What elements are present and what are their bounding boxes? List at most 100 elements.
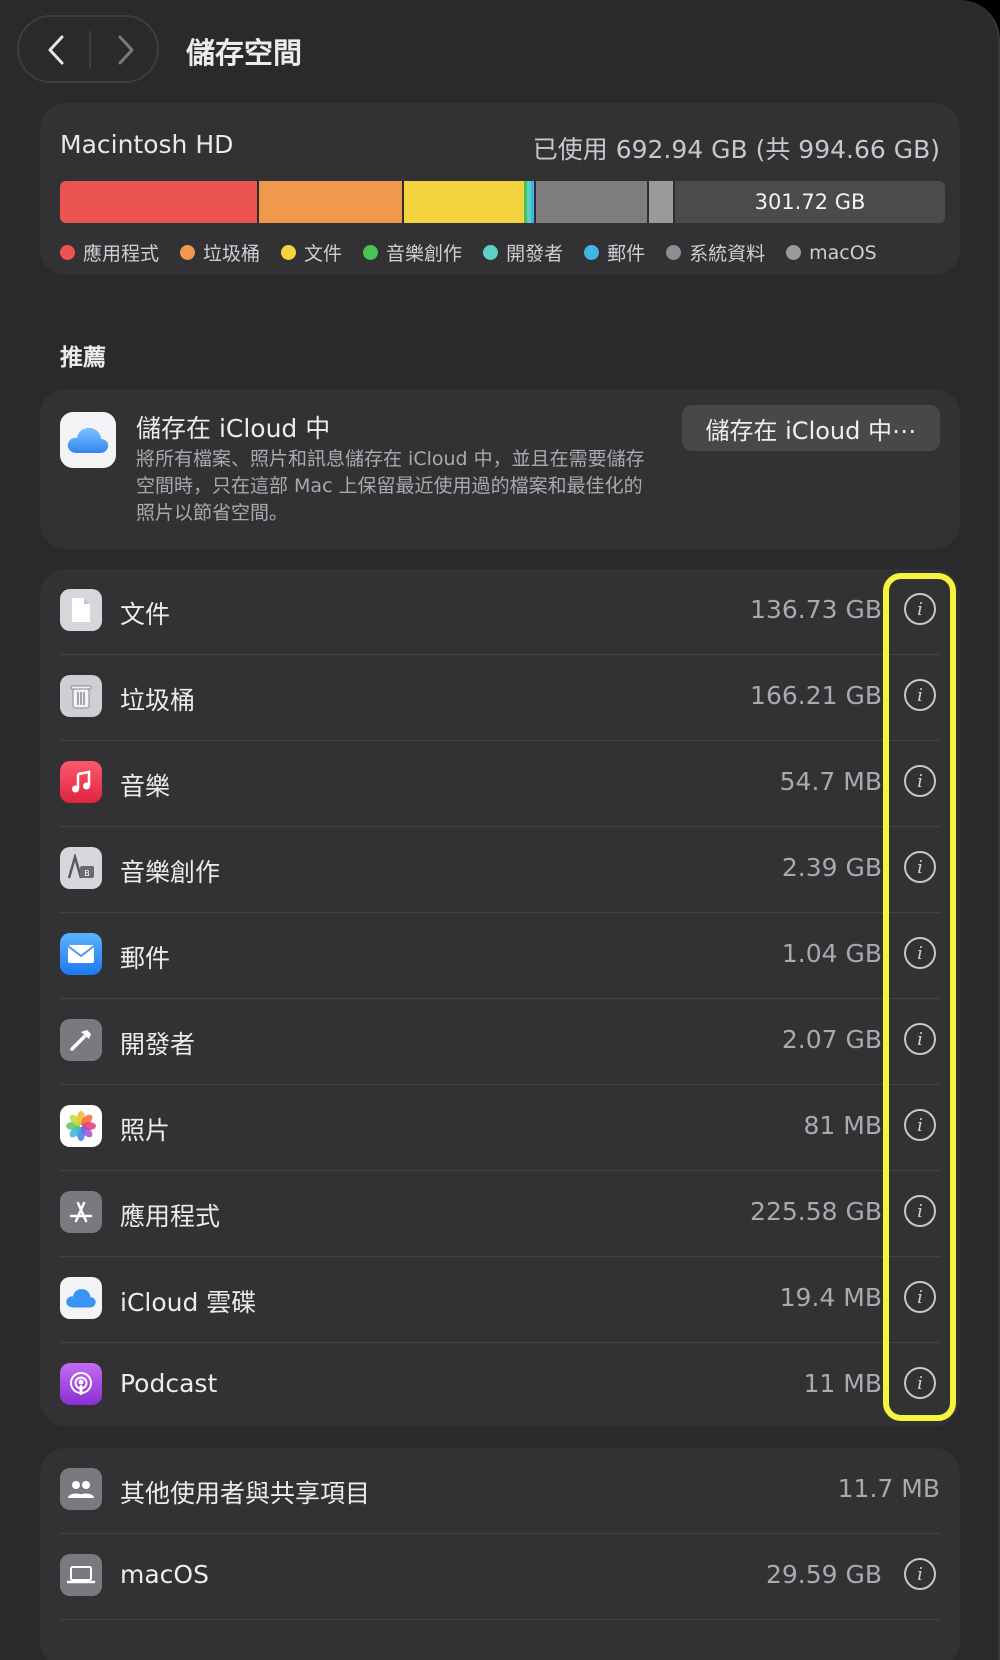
bar-segment-apps[interactable] xyxy=(60,181,257,223)
category-label: 郵件 xyxy=(120,944,171,973)
legend-label: 文件 xyxy=(304,243,343,265)
list-item-music[interactable]: 音樂 54.7 MB i xyxy=(60,741,940,827)
available-space-label: 301.72 GB xyxy=(754,190,866,214)
nav-separator xyxy=(89,31,91,69)
legend-dot xyxy=(584,245,600,260)
icloud-recommendation-card: 儲存在 iCloud 中 將所有檔案、照片和訊息儲存在 iCloud 中，並且在… xyxy=(40,389,960,549)
svg-text:B: B xyxy=(84,869,90,878)
legend-dot xyxy=(483,245,499,260)
category-size: 29.59 GB xyxy=(765,1560,882,1589)
chevron-left-icon xyxy=(48,35,64,65)
legend-dot xyxy=(666,245,682,260)
legend-item: 垃圾桶 xyxy=(180,239,260,266)
row-divider xyxy=(60,1619,940,1620)
legend-item: 應用程式 xyxy=(60,239,159,266)
category-size: 225.58 GB xyxy=(750,1197,882,1226)
legend-item: 音樂創作 xyxy=(363,239,462,266)
legend-item: 郵件 xyxy=(584,239,645,266)
highlight-annotation xyxy=(883,573,956,1421)
list-item-music-creation[interactable]: B 音樂創作 2.39 GB i xyxy=(60,827,940,913)
category-label: Podcast xyxy=(120,1369,218,1398)
list-item-documents[interactable]: 文件 136.73 GB i xyxy=(60,569,940,655)
list-item-developer[interactable]: 開發者 2.07 GB i xyxy=(60,999,940,1085)
legend-label: 系統資料 xyxy=(689,243,766,265)
category-size: 166.21 GB xyxy=(750,681,882,710)
recommendation-title: 儲存在 iCloud 中 xyxy=(136,414,331,443)
category-size: 2.07 GB xyxy=(781,1025,882,1054)
legend-dot xyxy=(363,245,379,260)
bar-segment-system-data[interactable] xyxy=(536,181,647,223)
storage-window: 儲存空間 Macintosh HD 已使用 692.94 GB (共 994.6… xyxy=(0,0,1000,1660)
recommendations-heading: 推薦 xyxy=(60,345,106,371)
legend-item: 文件 xyxy=(281,239,342,266)
chevron-right-icon xyxy=(118,35,134,65)
legend-dot xyxy=(786,245,802,260)
legend-item: 系統資料 xyxy=(666,239,765,266)
legend-label: 音樂創作 xyxy=(386,243,463,265)
legend-dot xyxy=(180,245,196,260)
laptop-icon xyxy=(60,1554,102,1596)
navigation-buttons xyxy=(17,15,159,83)
category-size: 136.73 GB xyxy=(750,595,882,624)
category-size: 81 MB xyxy=(803,1111,882,1140)
category-label: iCloud 雲碟 xyxy=(120,1288,257,1317)
category-label: macOS xyxy=(120,1560,209,1589)
category-label: 開發者 xyxy=(120,1030,196,1059)
recommendation-description: 將所有檔案、照片和訊息儲存在 iCloud 中，並且在需要儲存空間時，只在這部 … xyxy=(136,448,645,524)
page-title: 儲存空間 xyxy=(186,36,303,70)
forward-button[interactable] xyxy=(111,33,141,67)
category-label: 音樂 xyxy=(120,772,171,801)
category-size: 1.04 GB xyxy=(781,939,882,968)
users-icon xyxy=(60,1468,102,1510)
legend-item: 開發者 xyxy=(483,239,563,266)
legend-label: 開發者 xyxy=(506,243,564,265)
storage-bar[interactable]: 301.72 GB xyxy=(60,181,945,223)
icloud-icon xyxy=(60,412,116,468)
photos-icon xyxy=(60,1105,102,1147)
category-size: 19.4 MB xyxy=(779,1283,882,1312)
store-in-icloud-button[interactable]: 儲存在 iCloud 中⋯ xyxy=(681,405,940,451)
legend-label: macOS xyxy=(809,241,877,264)
mail-icon xyxy=(60,933,102,975)
storage-category-list: 文件 136.73 GB i 垃圾桶 166.21 GB i 音樂 54.7 M… xyxy=(40,569,960,1426)
podcast-icon xyxy=(60,1363,102,1405)
disk-usage-text: 已使用 692.94 GB (共 994.66 GB) xyxy=(532,135,940,164)
info-icon[interactable]: i xyxy=(904,1558,936,1590)
category-label: 垃圾桶 xyxy=(120,686,196,715)
category-size: 11 MB xyxy=(803,1369,882,1398)
list-item-podcast[interactable]: Podcast 11 MB i xyxy=(60,1343,940,1429)
list-item-macos[interactable]: macOS 29.59 GB i xyxy=(60,1534,940,1620)
music-creation-icon: B xyxy=(60,847,102,889)
legend-label: 郵件 xyxy=(607,243,646,265)
list-item-mail[interactable]: 郵件 1.04 GB i xyxy=(60,913,940,999)
legend-dot xyxy=(281,245,297,260)
list-item-applications[interactable]: 應用程式 225.58 GB i xyxy=(60,1171,940,1257)
back-button[interactable] xyxy=(41,33,71,67)
legend-label: 垃圾桶 xyxy=(203,243,261,265)
legend-item: macOS xyxy=(786,239,877,266)
list-item-other-users[interactable]: 其他使用者與共享項目 11.7 MB xyxy=(60,1448,940,1534)
bar-segment-available: 301.72 GB xyxy=(675,181,945,223)
storage-legend: 應用程式 垃圾桶 文件 音樂創作 開發者 郵件 系統資料 macOS xyxy=(60,239,898,266)
category-size: 11.7 MB xyxy=(837,1474,940,1503)
legend-dot xyxy=(60,245,75,260)
category-label: 文件 xyxy=(120,600,171,629)
category-label: 其他使用者與共享項目 xyxy=(120,1479,371,1508)
other-storage-list: 其他使用者與共享項目 11.7 MB macOS 29.59 GB i xyxy=(40,1448,960,1660)
list-item-photos[interactable]: 照片 81 MB i xyxy=(60,1085,940,1171)
trash-icon xyxy=(60,675,102,717)
category-size: 54.7 MB xyxy=(779,767,882,796)
app-store-icon xyxy=(60,1191,102,1233)
disk-usage-card: Macintosh HD 已使用 692.94 GB (共 994.66 GB)… xyxy=(40,103,960,275)
icloud-drive-icon xyxy=(60,1277,102,1319)
music-note-icon xyxy=(60,761,102,803)
category-label: 照片 xyxy=(120,1116,171,1145)
bar-segment-documents[interactable] xyxy=(404,181,524,223)
category-size: 2.39 GB xyxy=(781,853,882,882)
legend-label: 應用程式 xyxy=(83,243,160,265)
bar-segment-macos[interactable] xyxy=(649,181,673,223)
list-item-trash[interactable]: 垃圾桶 166.21 GB i xyxy=(60,655,940,741)
list-item-icloud-drive[interactable]: iCloud 雲碟 19.4 MB i xyxy=(60,1257,940,1343)
category-label: 音樂創作 xyxy=(120,858,221,887)
bar-segment-trash[interactable] xyxy=(259,181,402,223)
